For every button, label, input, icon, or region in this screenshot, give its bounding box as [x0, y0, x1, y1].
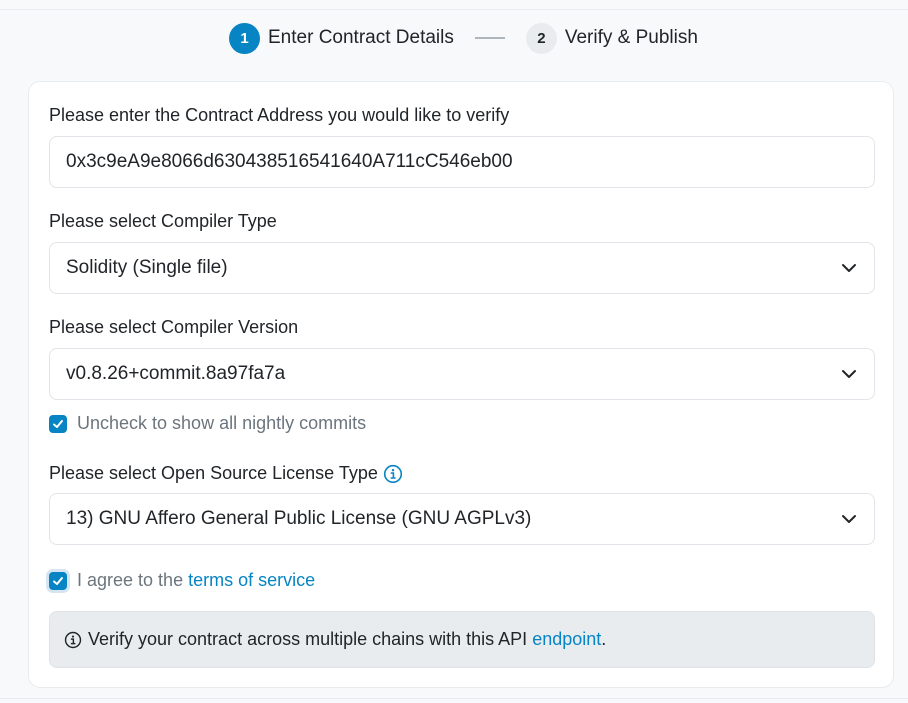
- step-2: 2 Verify & Publish: [525, 22, 698, 54]
- contract-address-input[interactable]: 0x3c9eA9e8066d630438516541640A711cC546eb…: [49, 136, 875, 188]
- info-circle-icon: [64, 631, 82, 648]
- step-1-number: 1: [229, 22, 260, 54]
- step-1: 1 Enter Contract Details: [229, 22, 454, 54]
- terms-prefix: I agree to the: [77, 570, 184, 590]
- compiler-type-select[interactable]: Solidity (Single file): [49, 242, 875, 294]
- nightly-commits-row: Uncheck to show all nightly commits: [49, 413, 366, 434]
- terms-row: I agree to the terms of service: [49, 570, 315, 591]
- nightly-commits-label: Uncheck to show all nightly commits: [77, 413, 367, 433]
- multichain-alert: Verify your contract across multiple cha…: [49, 611, 875, 668]
- contract-address-label: Please enter the Contract Address you wo…: [49, 105, 510, 125]
- license-type-label: Please select Open Source License Type: [49, 463, 378, 483]
- chevron-down-icon: [842, 264, 856, 272]
- terms-checkbox[interactable]: [49, 571, 67, 590]
- license-type-label-row: Please select Open Source License Type: [49, 463, 403, 484]
- nightly-commits-checkbox[interactable]: [49, 414, 67, 433]
- chevron-down-icon: [842, 515, 856, 523]
- compiler-version-value: v0.8.26+commit.8a97fa7a: [66, 363, 286, 384]
- bottom-divider: [0, 698, 908, 699]
- stepper: 1 Enter Contract Details 2 Verify & Publ…: [229, 22, 698, 54]
- license-type-select[interactable]: 13) GNU Affero General Public License (G…: [49, 493, 875, 545]
- terms-of-service-link[interactable]: terms of service: [188, 570, 315, 591]
- contract-address-value: 0x3c9eA9e8066d630438516541640A711cC546eb…: [66, 151, 513, 172]
- api-endpoint-link[interactable]: endpoint: [532, 629, 601, 650]
- compiler-type-value: Solidity (Single file): [66, 257, 228, 278]
- compiler-type-label: Please select Compiler Type: [49, 211, 277, 231]
- check-icon: [53, 576, 63, 585]
- top-divider: [0, 9, 908, 10]
- step-2-label: Verify & Publish: [564, 27, 698, 48]
- compiler-version-select[interactable]: v0.8.26+commit.8a97fa7a: [49, 348, 875, 400]
- license-type-value: 13) GNU Affero General Public License (G…: [66, 508, 532, 529]
- chevron-down-icon: [842, 370, 856, 378]
- alert-text: Verify your contract across multiple cha…: [88, 629, 528, 649]
- alert-suffix: .: [601, 629, 607, 649]
- info-circle-icon[interactable]: [383, 464, 403, 484]
- step-2-number: 2: [525, 22, 557, 54]
- verify-form-card: Please enter the Contract Address you wo…: [28, 81, 894, 688]
- step-1-label: Enter Contract Details: [268, 27, 454, 48]
- step-separator: [474, 37, 505, 39]
- compiler-version-label: Please select Compiler Version: [49, 317, 299, 337]
- check-icon: [53, 419, 63, 428]
